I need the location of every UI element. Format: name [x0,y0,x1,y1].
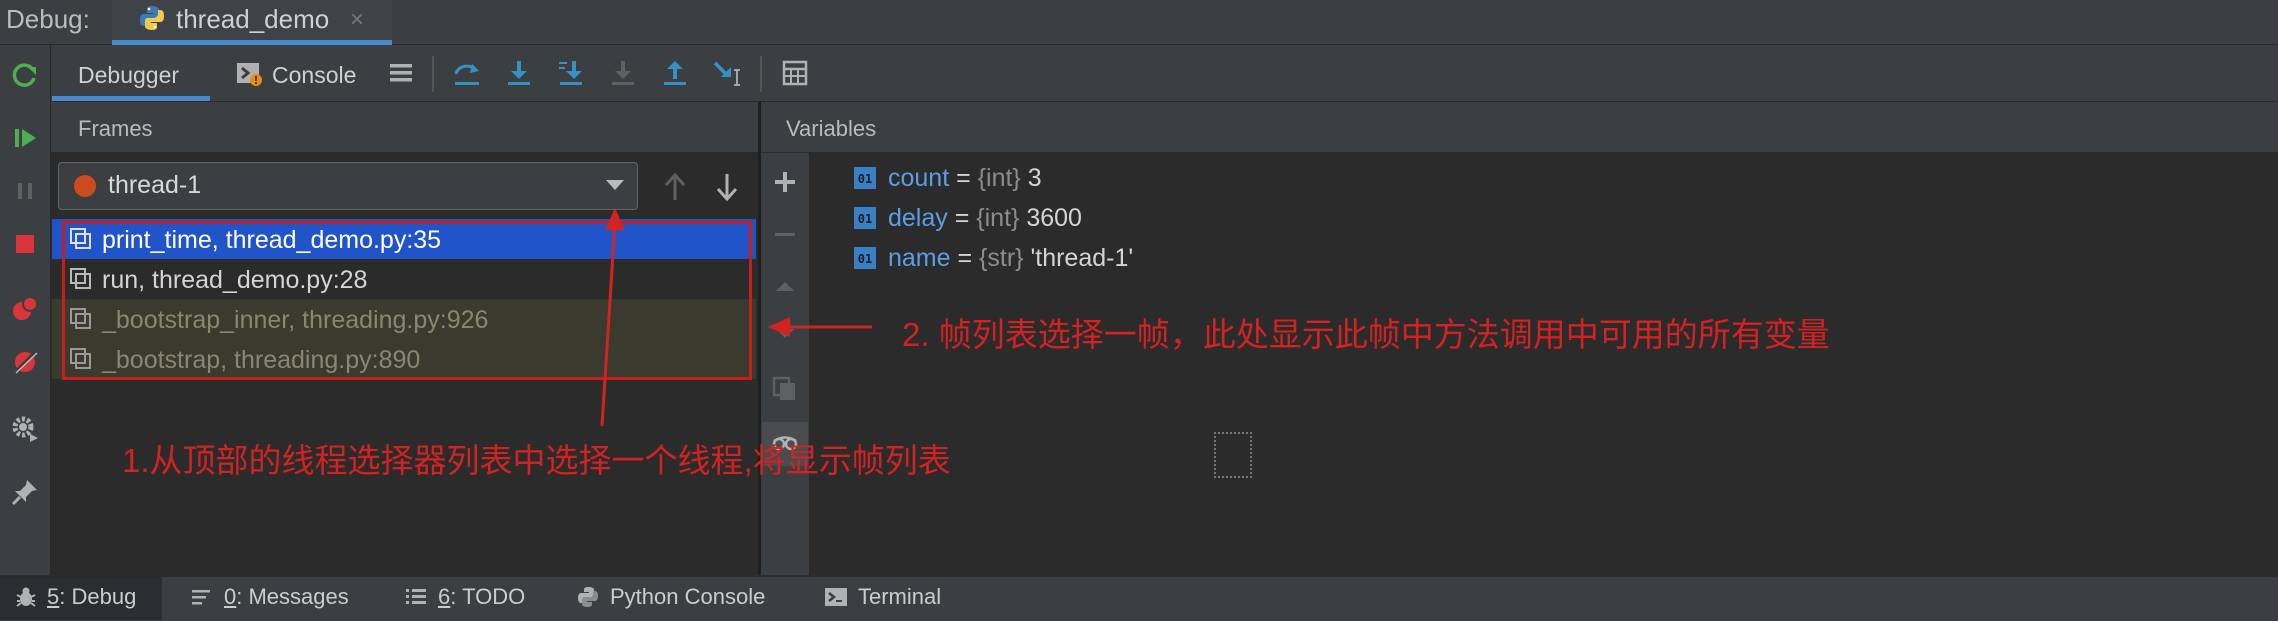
primitive-var-icon: 01 [854,167,876,189]
variable-value: 3 [1020,164,1042,192]
svg-text:01: 01 [858,172,872,186]
toolbar-separator [432,56,434,92]
add-watch-icon[interactable] [770,167,800,197]
next-frame-icon[interactable] [712,170,742,204]
run-to-cursor-icon[interactable] [712,58,742,88]
evaluate-expression-icon[interactable] [780,58,810,88]
python-console-icon [578,587,598,607]
variable-equals: = [949,164,978,192]
focus-placeholder [1214,432,1252,478]
variable-type: {int} [976,204,1020,232]
messages-icon [192,590,210,605]
variables-toolbar [761,153,810,575]
bottom-tab-todo[interactable]: 6: TODO [438,584,525,610]
move-down-icon[interactable] [770,318,800,348]
tab-mnemonic: 5 [47,584,60,609]
settings-icon[interactable] [8,412,42,446]
pin-icon[interactable] [8,475,42,509]
bug-icon [16,587,36,607]
force-step-into-icon[interactable] [608,58,638,88]
debug-label: Debug: [6,4,90,34]
bottom-tab-messages[interactable]: 0: Messages [224,584,349,610]
variables-header [761,102,2278,153]
tab-label: : TODO [450,584,526,609]
variable-name: count [888,164,950,192]
pause-icon[interactable] [8,174,42,208]
view-breakpoints-icon[interactable] [8,292,42,326]
tab-mnemonic: 6 [438,584,451,609]
layout-menu-icon[interactable] [386,58,416,88]
tab-label: : Debug [59,584,137,609]
variable-type: {int} [977,164,1021,192]
close-tab-icon[interactable]: × [350,6,364,34]
variable-row[interactable]: name = {str} 'thread-1' [888,244,1133,273]
primitive-var-icon: 01 [854,207,876,229]
todo-list-icon [406,589,426,604]
copy-icon[interactable] [770,374,800,404]
run-tab-title: thread_demo [176,4,330,34]
step-into-icon[interactable] [504,58,534,88]
rerun-icon[interactable] [8,58,42,92]
terminal-icon [825,588,847,606]
variable-name: name [888,244,951,272]
mute-breakpoints-icon[interactable] [8,345,42,379]
previous-frame-icon[interactable] [660,170,690,204]
remove-watch-icon[interactable] [770,220,800,250]
toolbar-separator [760,56,762,92]
python-icon [140,6,164,30]
variable-equals: = [950,244,980,272]
tab-label: : Messages [236,584,349,609]
frames-title: Frames [78,116,153,141]
bottom-tab-debug[interactable]: 5: Debug [47,584,136,610]
step-over-icon[interactable] [452,58,482,88]
move-up-icon[interactable] [770,272,800,302]
bottom-tab-python-console[interactable]: Python Console [610,584,765,610]
step-out-icon[interactable] [660,58,690,88]
variable-name: delay [888,204,948,232]
stop-icon[interactable] [8,227,42,261]
thread-suspended-icon [74,175,96,197]
annotation-step2: 2. 帧列表选择一帧，此处显示此帧中方法调用中可用的所有变量 [902,316,1830,353]
console-icon [237,63,262,86]
frames-annotation-box [62,221,752,380]
variable-equals: = [947,204,977,232]
step-into-my-code-icon[interactable] [556,58,586,88]
chevron-down-icon[interactable] [606,180,624,190]
resume-icon[interactable] [8,121,42,155]
variables-title: Variables [786,116,877,141]
svg-text:01: 01 [858,252,872,266]
variable-value: 'thread-1' [1023,244,1134,272]
thread-selector-value: thread-1 [108,171,202,199]
variable-type: {str} [979,244,1024,272]
tab-debugger-underline [52,96,210,101]
frames-header [51,102,758,153]
tab-mnemonic: 0 [224,584,237,609]
variable-value: 3600 [1019,204,1082,232]
bottom-tab-terminal[interactable]: Terminal [858,584,941,610]
variable-row[interactable]: count = {int} 3 [888,164,1042,193]
annotation-step1: 1.从顶部的线程选择器列表中选择一个线程,将显示帧列表 [122,442,951,479]
primitive-var-icon: 01 [854,247,876,269]
svg-text:01: 01 [858,212,872,226]
tab-console[interactable]: Console [272,62,356,89]
variable-row[interactable]: delay = {int} 3600 [888,204,1082,233]
tab-debugger[interactable]: Debugger [78,62,179,89]
